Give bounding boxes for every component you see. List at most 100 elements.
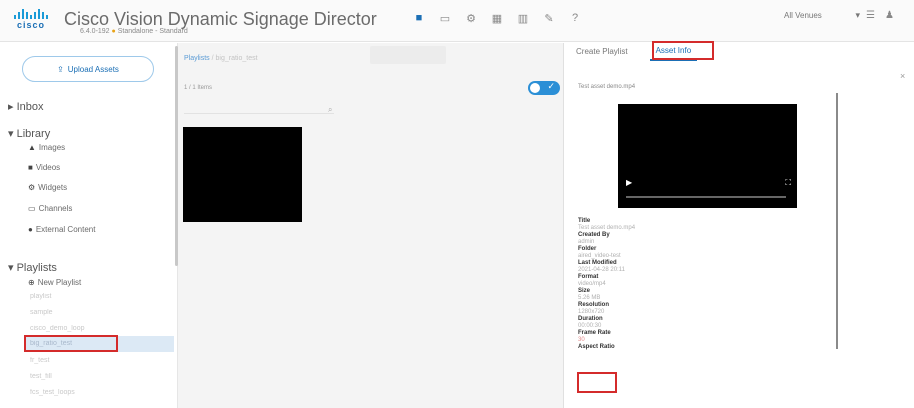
sidebar-item-images[interactable]: ▲ Images: [28, 143, 65, 152]
prop-folder-value: aired_video-test: [578, 253, 621, 259]
cisco-logo: cisco: [10, 9, 52, 33]
asset-info-panel: Create Playlist Asset Info × Test asset …: [564, 41, 914, 408]
playlist-content-area: Playlists / big_ratio_test 1 / 1 Items ⌕…: [178, 43, 564, 408]
wrench-icon[interactable]: ✎: [543, 12, 555, 25]
highlight-box-tab: [652, 41, 714, 60]
new-playlist-label: New Playlist: [37, 278, 82, 287]
sidebar-item-external-content[interactable]: ● External Content: [28, 225, 95, 234]
chevron-right-icon: ▸: [8, 101, 14, 113]
prop-title-label: Title: [578, 218, 591, 224]
prop-last-modified-label: Last Modified: [578, 260, 617, 266]
panel-scrollbar[interactable]: [836, 93, 838, 349]
channel-icon: ▭: [28, 204, 36, 213]
prop-size-value: 5.26 MB: [578, 295, 601, 301]
grid-icon[interactable]: ▦: [491, 12, 503, 25]
settings-icon[interactable]: ☰: [866, 10, 875, 21]
sidebar-item-external-content-label: External Content: [35, 225, 96, 234]
prop-frame-rate-value: 30: [578, 337, 585, 343]
sidebar-item-images-label: Images: [38, 143, 66, 152]
video-progress-bar[interactable]: [626, 196, 786, 198]
fullscreen-icon[interactable]: ⛶: [785, 178, 791, 188]
sidebar-item-library[interactable]: ▾ Library: [8, 127, 50, 140]
view-toggle[interactable]: ✓: [528, 81, 560, 95]
widget-icon: ⚙: [28, 183, 36, 192]
play-icon[interactable]: ▶: [626, 178, 632, 187]
toggle-knob: [530, 83, 540, 93]
breadcrumb-root[interactable]: Playlists: [184, 55, 210, 62]
help-icon[interactable]: ?: [569, 12, 581, 25]
check-icon: ✓: [547, 81, 555, 91]
prop-format-label: Format: [578, 274, 599, 280]
video-preview[interactable]: ▶ ⛶: [618, 104, 797, 208]
asset-name: Test asset demo.mp4: [578, 84, 636, 90]
search-icon[interactable]: ⌕: [328, 105, 332, 115]
upload-assets-button[interactable]: ⇪ Upload Assets: [22, 56, 154, 82]
sidebar-item-channels-label: Channels: [38, 204, 73, 213]
gear-icon[interactable]: ⚙: [465, 12, 477, 25]
highlight-box-frame-rate: [577, 372, 617, 393]
chevron-down-icon: ▾: [8, 128, 14, 140]
venue-select-value: All Venues: [784, 11, 822, 20]
sidebar: ⇪ Upload Assets ▸ Inbox ▾ Library ▲ Imag…: [0, 43, 178, 408]
prop-title-value: Test asset demo.mp4: [578, 225, 636, 231]
sidebar-item-inbox[interactable]: ▸ Inbox: [8, 100, 44, 113]
app-version: 6.4.0-192: [80, 28, 110, 35]
sidebar-item-channels[interactable]: ▭ Channels: [28, 204, 72, 213]
status-dot-icon: ●: [111, 28, 116, 35]
playlist-item[interactable]: fcs_test_loops: [30, 389, 150, 397]
sidebar-item-videos-label: Videos: [35, 163, 61, 172]
new-playlist-button[interactable]: ⊕ New Playlist: [28, 278, 81, 287]
sidebar-item-playlists[interactable]: ▾ Playlists: [8, 261, 57, 274]
prop-duration-label: Duration: [578, 316, 603, 322]
toolbar-placeholder: [370, 46, 446, 64]
item-count: 1 / 1 Items: [184, 85, 213, 91]
prop-created-by-value: admin: [578, 239, 595, 245]
app-version-status: 6.4.0-192 ● Standalone - Standard: [80, 28, 188, 35]
prop-folder-label: Folder: [578, 246, 597, 252]
asset-thumbnail[interactable]: [183, 127, 302, 222]
external-content-icon: ●: [28, 225, 33, 234]
main-nav-icons: ■ ▭ ⚙ ▦ ▥ ✎ ?: [413, 12, 581, 25]
breadcrumb-current: big_ratio_test: [215, 55, 258, 62]
image-icon: ▲: [28, 143, 36, 152]
upload-icon: ⇪: [57, 64, 64, 74]
sidebar-item-inbox-label: Inbox: [16, 101, 44, 113]
prop-aspect-ratio-label: Aspect Ratio: [578, 344, 615, 350]
prop-duration-value: 00:00:30: [578, 323, 602, 329]
top-bar: cisco Cisco Vision Dynamic Signage Direc…: [0, 0, 914, 42]
prop-resolution-value: 1280x720: [578, 309, 605, 315]
prop-format-value: video/mp4: [578, 281, 606, 287]
venue-select[interactable]: All Venues ▾: [784, 10, 860, 25]
logo-text: cisco: [16, 20, 45, 30]
playlist-item[interactable]: fr_test: [30, 357, 150, 365]
tab-create-playlist[interactable]: Create Playlist: [576, 43, 628, 61]
monitor-icon[interactable]: ▭: [439, 12, 451, 25]
prop-last-modified-value: 2021-04-28 20:11: [578, 267, 625, 273]
close-icon[interactable]: ×: [900, 71, 905, 81]
app-status: Standalone - Standard: [117, 28, 188, 35]
playlist-item[interactable]: test_fill: [30, 373, 150, 381]
user-icon[interactable]: ♟: [885, 10, 894, 21]
app-title: Cisco Vision Dynamic Signage Director: [64, 9, 377, 29]
breadcrumb: Playlists / big_ratio_test: [184, 55, 258, 62]
user-controls: ☰ ♟: [866, 10, 894, 21]
sidebar-item-videos[interactable]: ■ Videos: [28, 163, 60, 172]
sidebar-item-library-label: Library: [16, 128, 51, 140]
playlist-item[interactable]: sample: [30, 309, 150, 317]
video-icon: ■: [28, 163, 33, 172]
upload-assets-label: Upload Assets: [67, 64, 119, 74]
prop-created-by-label: Created By: [578, 232, 610, 238]
asset-properties: Title Test asset demo.mp4 Created By adm…: [578, 218, 778, 351]
chart-icon[interactable]: ▥: [517, 12, 529, 25]
playlist-item[interactable]: cisco_demo_loop: [30, 325, 150, 333]
plus-circle-icon: ⊕: [28, 278, 35, 287]
prop-frame-rate-label: Frame Rate: [578, 330, 611, 336]
sidebar-item-playlists-label: Playlists: [16, 262, 57, 274]
chevron-down-icon: ▾: [855, 10, 860, 20]
sidebar-item-widgets-label: Widgets: [38, 183, 68, 192]
sidebar-item-widgets[interactable]: ⚙ Widgets: [28, 183, 67, 192]
video-icon[interactable]: ■: [413, 12, 425, 25]
playlist-item[interactable]: playlist: [30, 293, 150, 301]
search-input[interactable]: [184, 113, 334, 114]
highlight-box-playlist: [24, 335, 118, 352]
